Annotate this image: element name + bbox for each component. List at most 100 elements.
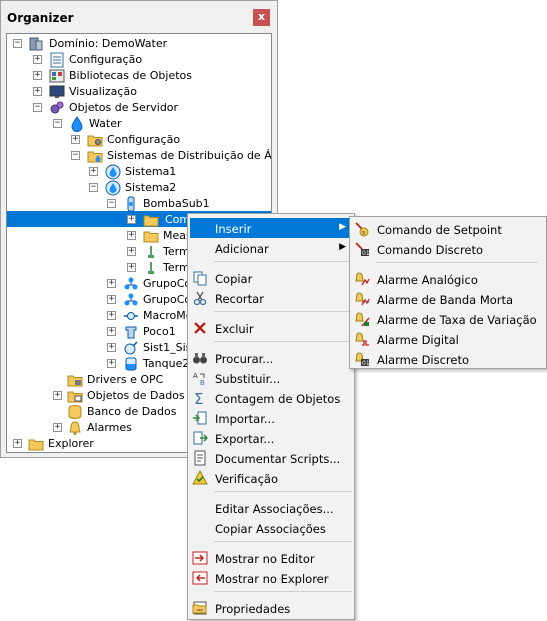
tree-label: Explorer [48, 437, 94, 450]
discrete-command-icon: 01 [354, 241, 370, 257]
menu-separator [214, 311, 352, 312]
tree-item-bombasub1[interactable]: − BombaSub1 [7, 196, 271, 212]
organizer-titlebar: Organizer x [1, 1, 277, 33]
menu-item-excluir[interactable]: Excluir [190, 318, 352, 338]
tree-label: Visualização [69, 85, 137, 98]
expand-toggle[interactable]: + [71, 135, 80, 144]
submenu-item-alarme-discreto[interactable]: 01 Alarme Discreto [352, 349, 544, 369]
tank-icon [123, 356, 139, 372]
menu-item-copiar-associacoes[interactable]: Copiar Associações [190, 518, 352, 538]
tree-label: Poco1 [143, 325, 176, 338]
tree-label: Objetos de Dados [87, 389, 185, 402]
submenu-item-alarme-taxa-variacao[interactable]: Alarme de Taxa de Variação [352, 309, 544, 329]
collapse-toggle[interactable]: − [53, 119, 62, 128]
menu-item-contagem[interactable]: Σ Contagem de Objetos [190, 388, 352, 408]
expand-toggle[interactable]: + [127, 247, 136, 256]
menu-item-mostrar-explorer[interactable]: Mostrar no Explorer [190, 568, 352, 588]
svg-text:Σ: Σ [194, 390, 203, 406]
expand-toggle[interactable]: + [127, 215, 136, 224]
menu-label: Editar Associações... [215, 502, 334, 516]
menu-item-documentar[interactable]: Documentar Scripts... [190, 448, 352, 468]
tree-item-sistema2[interactable]: − Sistema2 [7, 180, 271, 196]
menu-item-procurar[interactable]: Procurar... [190, 348, 352, 368]
collapse-toggle[interactable]: − [107, 199, 116, 208]
menu-label: Copiar [215, 272, 253, 286]
tree-item-water[interactable]: − Water [7, 116, 271, 132]
document-scripts-icon [192, 450, 208, 466]
close-button[interactable]: x [253, 9, 270, 26]
digital-alarm-icon [354, 331, 370, 347]
expand-toggle[interactable]: + [53, 391, 62, 400]
database-icon [67, 404, 83, 420]
tree-item-sistemas-distribuicao[interactable]: − Sistemas de Distribuição de Água [7, 148, 271, 164]
menu-item-exportar[interactable]: Exportar... [190, 428, 352, 448]
folder-icon [143, 212, 159, 228]
well-icon [123, 324, 139, 340]
folder-gear-icon [87, 132, 103, 148]
tree-item-objetos-servidor[interactable]: − Objetos de Servidor [7, 100, 271, 116]
submenu-item-alarme-analogico[interactable]: Alarme Analógico [352, 269, 544, 289]
alarm-bell-icon [67, 420, 83, 436]
expand-toggle[interactable]: + [33, 55, 42, 64]
folder-drivers-icon [67, 372, 83, 388]
export-icon [192, 430, 208, 446]
menu-item-propriedades[interactable]: Propriedades [190, 598, 352, 618]
submenu-item-comando-discreto[interactable]: 01 Comando Discreto [352, 239, 544, 259]
server-objects-icon [49, 100, 65, 116]
tree-item-dominio[interactable]: − Domínio: DemoWater [7, 36, 271, 52]
submenu-item-comando-setpoint[interactable]: s Comando de Setpoint [352, 219, 544, 239]
submenu-item-alarme-banda-morta[interactable]: Alarme de Banda Morta [352, 289, 544, 309]
tree-label: Sist1_Sis [143, 341, 192, 354]
pump-group-icon [123, 292, 139, 308]
tree-item-sistema1[interactable]: + Sistema1 [7, 164, 271, 180]
expand-toggle[interactable]: + [107, 311, 116, 320]
expand-toggle[interactable]: + [53, 423, 62, 432]
expand-toggle[interactable]: + [13, 439, 22, 448]
menu-label: Mostrar no Editor [215, 552, 315, 566]
menu-label: Exportar... [215, 432, 275, 446]
menu-item-mostrar-editor[interactable]: Mostrar no Editor [190, 548, 352, 568]
menu-separator [214, 261, 352, 262]
tree-item-configuracao[interactable]: + Configuração [7, 52, 271, 68]
collapse-toggle[interactable]: − [71, 151, 80, 160]
expand-toggle[interactable]: + [127, 231, 136, 240]
submenu-arrow-icon: ▶ [339, 222, 346, 232]
domain-server-icon [28, 36, 44, 52]
tree-label: Tanque2 [143, 357, 190, 370]
submenu-item-alarme-digital[interactable]: Alarme Digital [352, 329, 544, 349]
expand-toggle[interactable]: + [33, 71, 42, 80]
menu-label: Alarme Digital [377, 333, 459, 347]
expand-toggle[interactable]: + [107, 359, 116, 368]
expand-toggle[interactable]: + [107, 279, 116, 288]
collapse-toggle[interactable]: − [89, 183, 98, 192]
expand-toggle[interactable]: + [89, 167, 98, 176]
pump-group-icon [123, 276, 139, 292]
menu-item-editar-associacoes[interactable]: Editar Associações... [190, 498, 352, 518]
svg-text:01: 01 [362, 250, 370, 257]
tree-item-bibliotecas[interactable]: + Bibliotecas de Objetos [7, 68, 271, 84]
expand-toggle[interactable]: + [107, 327, 116, 336]
expand-toggle[interactable]: + [107, 343, 116, 352]
menu-item-inserir[interactable]: Inserir ▶ [190, 218, 352, 238]
expand-toggle[interactable]: + [107, 295, 116, 304]
menu-item-adicionar[interactable]: Adicionar ▶ [190, 238, 352, 258]
show-in-explorer-icon [192, 570, 208, 586]
collapse-toggle[interactable]: − [33, 103, 42, 112]
tree-label: Drivers e OPC [87, 373, 164, 386]
menu-item-importar[interactable]: Importar... [190, 408, 352, 428]
collapse-toggle[interactable]: − [13, 39, 22, 48]
inserir-submenu: s Comando de Setpoint 01 Comando Discret… [349, 216, 547, 369]
menu-item-recortar[interactable]: Recortar [190, 288, 352, 308]
menu-separator [214, 491, 352, 492]
menu-item-copiar[interactable]: Copiar [190, 268, 352, 288]
menu-item-verificacao[interactable]: Verificação [190, 468, 352, 488]
folder-water-icon [87, 148, 103, 164]
show-in-editor-icon [192, 550, 208, 566]
menu-label: Procurar... [215, 352, 274, 366]
tree-item-visualizacao[interactable]: + Visualização [7, 84, 271, 100]
menu-item-substituir[interactable]: AB Substituir... [190, 368, 352, 388]
expand-toggle[interactable]: + [33, 87, 42, 96]
expand-toggle[interactable]: + [127, 263, 136, 272]
menu-label: Recortar [215, 292, 264, 306]
tree-item-water-configuracao[interactable]: + Configuração [7, 132, 271, 148]
